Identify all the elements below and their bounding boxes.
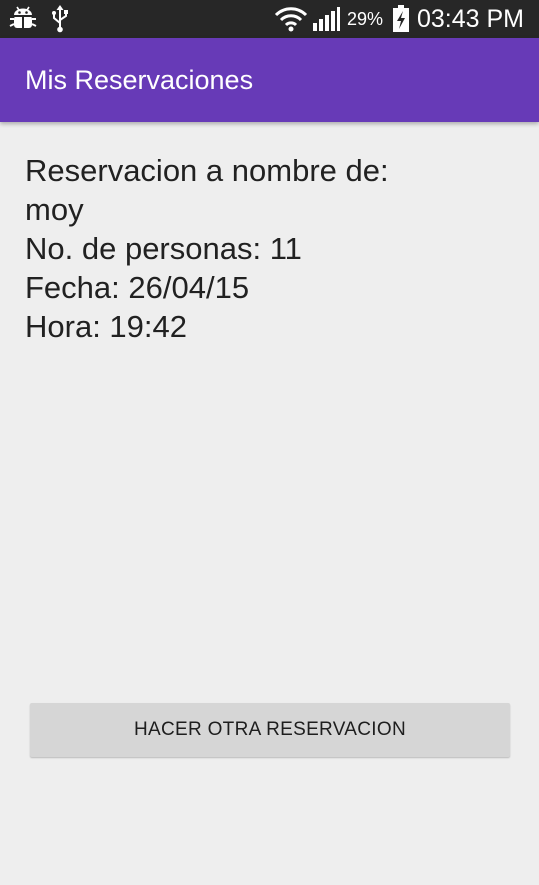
- battery-charging-icon: [390, 0, 412, 38]
- reservation-date: Fecha: 26/04/15: [25, 270, 250, 305]
- new-reservation-button[interactable]: HACER OTRA RESERVACION: [30, 703, 510, 757]
- page-title: Mis Reservaciones: [25, 65, 254, 95]
- status-time: 03:43 PM: [417, 5, 525, 33]
- android-debug-icon: [8, 0, 38, 38]
- wifi-icon: [273, 0, 309, 38]
- reservation-name-label: Reservacion a nombre de:: [25, 153, 389, 188]
- reservation-name: moy: [25, 192, 84, 227]
- signal-icon: [311, 0, 341, 38]
- status-bar: 29% 03:43 PM: [0, 0, 539, 38]
- reservation-time: Hora: 19:42: [25, 309, 187, 344]
- app-bar: Mis Reservaciones: [0, 38, 539, 122]
- reservation-persons: No. de personas: 11: [25, 231, 302, 266]
- usb-icon: [50, 0, 70, 38]
- reservation-details: Reservacion a nombre de: moy No. de pers…: [25, 151, 515, 346]
- battery-percent: 29%: [347, 9, 384, 29]
